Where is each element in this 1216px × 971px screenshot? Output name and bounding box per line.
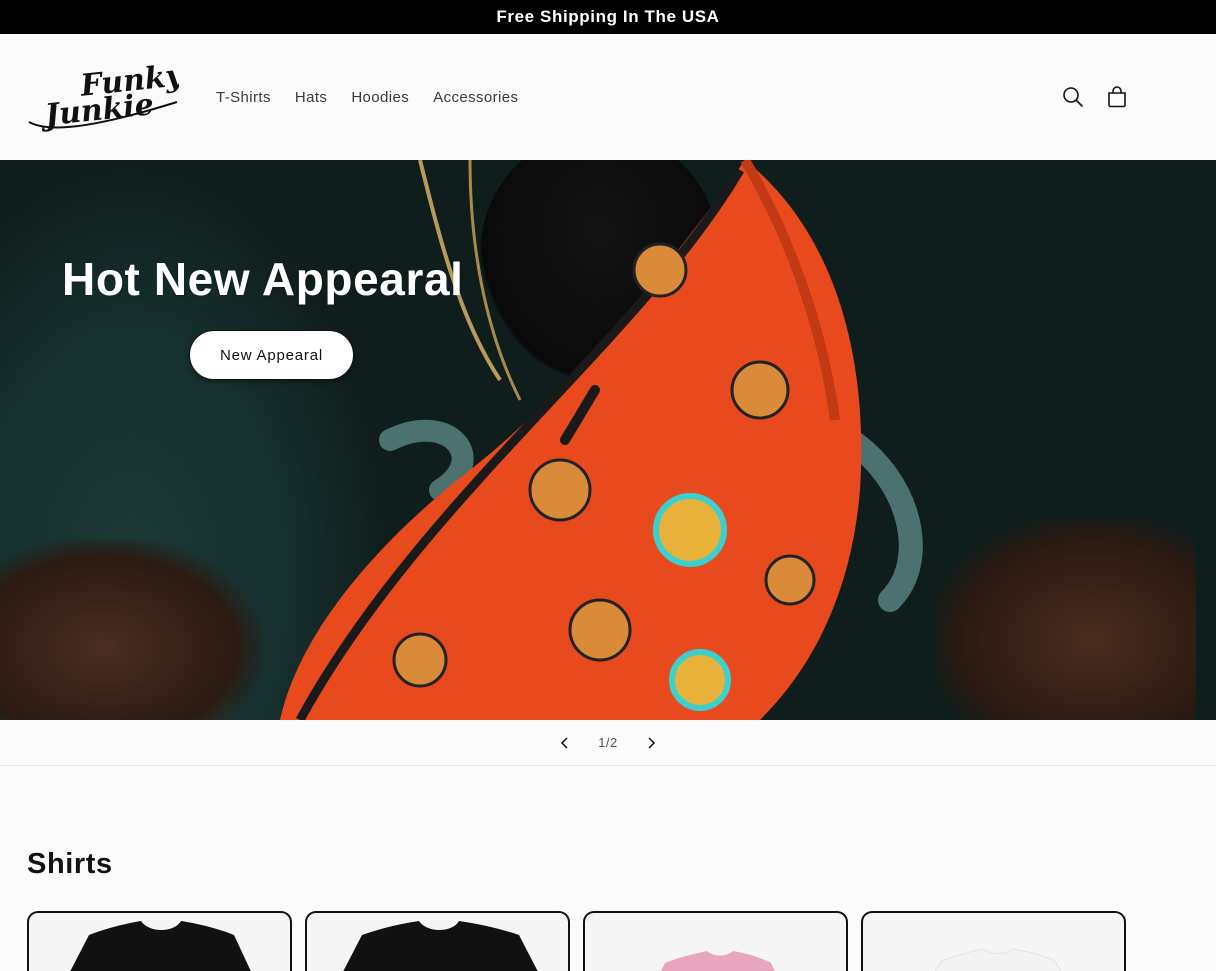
product-card[interactable]	[583, 911, 848, 971]
search-icon	[1063, 87, 1083, 107]
search-button[interactable]	[1062, 86, 1084, 108]
logo-link[interactable]: Funky Junkie	[27, 62, 179, 132]
section-title: Shirts	[27, 848, 113, 880]
slider-controls: 1/2	[0, 720, 1216, 766]
product-grid	[27, 911, 1189, 971]
product-card[interactable]	[305, 911, 570, 971]
announcement-bar: Free Shipping In The USA	[0, 0, 1216, 34]
header-icons	[1062, 86, 1128, 108]
hero-cta-button[interactable]: New Appearal	[189, 330, 354, 380]
shirts-section: Shirts	[0, 766, 1216, 971]
slider-prev-button[interactable]	[554, 732, 576, 754]
nav-link-t-shirts[interactable]: T-Shirts	[216, 89, 283, 106]
main-nav: T-Shirts Hats Hoodies Accessories	[216, 89, 530, 106]
announcement-text: Free Shipping In The USA	[496, 7, 720, 26]
hero-slideshow: Hot New Appearal New Appearal	[0, 160, 1216, 720]
hero-content: Hot New Appearal New Appearal	[62, 252, 464, 380]
product-image-shirt	[343, 921, 538, 971]
slider-next-button[interactable]	[640, 732, 662, 754]
product-card[interactable]	[27, 911, 292, 971]
hero-image-fanny-pack	[280, 160, 862, 720]
cart-button[interactable]	[1106, 86, 1128, 108]
logo-line-2: Junkie	[38, 87, 155, 132]
product-image-shirt	[70, 921, 251, 971]
chevron-left-icon	[561, 736, 568, 749]
product-image-shirt	[661, 951, 775, 971]
nav-link-accessories[interactable]: Accessories	[421, 89, 530, 106]
cart-icon	[1108, 86, 1126, 108]
chevron-right-icon	[648, 736, 655, 749]
product-image-shirt	[934, 948, 1062, 971]
nav-link-hats[interactable]: Hats	[283, 89, 339, 106]
site-header: Funky Junkie T-Shirts Hats Hoodies Acces…	[0, 34, 1216, 160]
product-card[interactable]	[861, 911, 1126, 971]
nav-link-hoodies[interactable]: Hoodies	[339, 89, 421, 106]
funky-junkie-logo: Funky Junkie	[28, 62, 179, 132]
hero-title: Hot New Appearal	[62, 253, 464, 305]
slider-counter: 1/2	[598, 735, 618, 750]
